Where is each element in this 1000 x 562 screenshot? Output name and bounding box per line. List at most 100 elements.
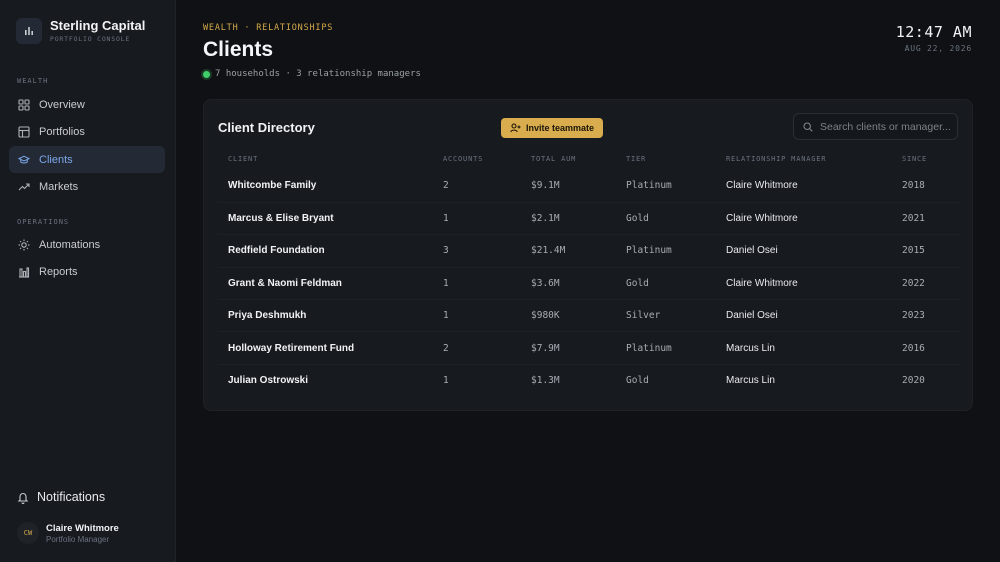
total-aum-cell: $21.4M — [521, 234, 616, 268]
status-dot-icon — [203, 70, 210, 78]
sidebar-item-overview[interactable]: Overview — [9, 91, 165, 118]
total-aum-cell: $3.6M — [521, 266, 616, 300]
sidebar-item-clients[interactable]: Clients — [9, 146, 165, 173]
table-row[interactable]: Redfield Foundation 3 $21.4M Platinum Daniel… — [218, 234, 960, 268]
user-plus-icon — [510, 123, 521, 133]
since-year-cell: 2018 — [902, 180, 925, 192]
since-year-cell: 2021 — [892, 201, 960, 235]
notifications-label: Notifications — [37, 490, 106, 504]
column-header-tier[interactable]: TIER — [616, 148, 716, 170]
relationship-manager-cell: Claire Whitmore — [726, 180, 798, 192]
since-year-cell: 2015 — [892, 234, 960, 268]
summary-line: 7 households · 3 relationship managers — [203, 69, 421, 79]
invite-label: Invite teammate — [526, 123, 595, 133]
accounts-count-cell: 3 — [433, 234, 521, 268]
relationship-manager-cell: Daniel Osei — [716, 234, 892, 268]
client-name-cell: Priya Deshmukh — [218, 299, 433, 332]
table-header-row: CLIENT ACCOUNTS TOTAL AUM TIER RELATIONS… — [218, 148, 960, 170]
client-table: CLIENT ACCOUNTS TOTAL AUM TIER RELATIONS… — [218, 148, 960, 397]
since-year-cell: 2020 — [892, 363, 960, 397]
sidebar-item-reports[interactable]: Reports — [9, 258, 165, 285]
user-role: Portfolio Manager — [46, 534, 110, 544]
relationship-manager-cell: Marcus Lin — [716, 331, 892, 365]
sun-icon — [18, 239, 30, 251]
relationship-manager-cell: Daniel Osei — [716, 299, 892, 332]
clock-date: AUG 22, 2026 — [904, 44, 972, 53]
summary-text: 7 households · 3 relationship managers — [215, 69, 421, 79]
total-aum-cell: $2.1M — [521, 201, 616, 235]
trending-up-icon — [18, 181, 30, 193]
since-year-cell: 2016 — [892, 331, 960, 365]
search-icon — [803, 121, 813, 132]
relationship-manager-cell: Claire Whitmore — [716, 201, 892, 235]
accounts-count-cell: 1 — [433, 299, 521, 332]
card-title: Client Directory — [218, 120, 315, 135]
total-aum-cell: $9.1M — [531, 180, 560, 192]
total-aum-cell: $7.9M — [521, 331, 616, 365]
tier-cell: Platinum — [626, 180, 672, 192]
accounts-count-cell: 1 — [433, 266, 521, 300]
table-row[interactable]: Priya Deshmukh 1 $980K Silver Daniel Osei 202… — [218, 299, 960, 332]
tier-cell: Platinum — [616, 331, 716, 365]
sidebar-item-portfolios[interactable]: Portfolios — [9, 118, 165, 145]
tier-cell: Gold — [616, 266, 716, 300]
column-header-client[interactable]: CLIENT — [218, 148, 433, 170]
client-name-cell: Grant & Naomi Feldman — [218, 266, 433, 300]
search-box[interactable] — [793, 113, 958, 140]
clock: 12:47 AM AUG 22, 2026 — [896, 23, 972, 53]
page-title: Clients — [203, 38, 274, 61]
bell-icon — [17, 491, 29, 504]
table-row[interactable]: Marcus & Elise Bryant 1 $2.1M Gold Claire Wh… — [218, 201, 960, 235]
user-profile[interactable]: CW Claire Whitmore Portfolio Manager — [17, 522, 119, 544]
column-header-accounts[interactable]: ACCOUNTS — [433, 148, 521, 170]
accounts-count-cell: 1 — [433, 201, 521, 235]
graduation-cap-icon — [18, 154, 30, 166]
table-row[interactable]: Whitcombe Family 2 $9.1M Platinum Claire Whi… — [218, 170, 960, 202]
invite-teammate-button[interactable]: Invite teammate — [501, 118, 604, 138]
sidebar-item-label: Automations — [39, 238, 101, 251]
notifications-button[interactable]: Notifications — [17, 490, 105, 504]
total-aum-cell: $1.3M — [521, 363, 616, 397]
sidebar-item-markets[interactable]: Markets — [9, 173, 165, 200]
client-table-body: Whitcombe Family 2 $9.1M Platinum Claire Whi… — [218, 170, 960, 397]
tier-cell: Silver — [616, 299, 716, 332]
client-name-cell: Julian Ostrowski — [218, 363, 433, 397]
since-year-cell: 2023 — [892, 299, 960, 332]
relationship-manager-cell: Marcus Lin — [716, 363, 892, 397]
client-directory-card: Client Directory Invite teammate CLIENT … — [203, 99, 973, 411]
breadcrumb: WEALTH · RELATIONSHIPS — [203, 23, 334, 33]
table-row[interactable]: Julian Ostrowski 1 $1.3M Gold Marcus Lin 2020 — [218, 363, 960, 397]
sidebar-item-label: Markets — [39, 180, 79, 193]
bar-chart-icon — [18, 266, 30, 278]
tier-cell: Platinum — [616, 234, 716, 268]
table-icon — [18, 125, 30, 138]
sidebar-item-label: Overview — [39, 98, 85, 111]
client-name-cell: Holloway Retirement Fund — [218, 331, 433, 365]
table-row[interactable]: Grant & Naomi Feldman 1 $3.6M Gold Claire Wh… — [218, 266, 960, 300]
tier-cell: Gold — [616, 363, 716, 397]
sidebar-item-label: Reports — [39, 265, 78, 278]
brand[interactable]: Sterling Capital PORTFOLIO CONSOLE — [16, 18, 145, 44]
accounts-count-cell: 2 — [443, 180, 449, 192]
client-name-cell: Redfield Foundation — [218, 234, 433, 268]
accounts-count-cell: 2 — [433, 331, 521, 365]
accounts-count-cell: 1 — [433, 363, 521, 397]
sidebar-item-automations[interactable]: Automations — [9, 231, 165, 258]
brand-subtitle: PORTFOLIO CONSOLE — [50, 35, 131, 43]
total-aum-cell: $980K — [521, 299, 616, 332]
relationship-manager-cell: Claire Whitmore — [716, 266, 892, 300]
user-name: Claire Whitmore — [46, 522, 119, 534]
table-row[interactable]: Holloway Retirement Fund 2 $7.9M Platinum Ma… — [218, 331, 960, 365]
client-name-cell: Marcus & Elise Bryant — [218, 201, 433, 235]
sidebar-item-label: Portfolios — [39, 125, 85, 138]
section-label-wealth: WEALTH — [17, 77, 49, 85]
section-label-operations: OPERATIONS — [17, 218, 70, 226]
sidebar: Sterling Capital PORTFOLIO CONSOLE WEALT… — [0, 0, 176, 562]
avatar: CW — [17, 522, 39, 544]
sidebar-item-label: Clients — [39, 153, 73, 166]
column-header-since[interactable]: SINCE — [892, 148, 960, 170]
search-input[interactable] — [820, 120, 955, 133]
column-header-total-aum[interactable]: TOTAL AUM — [521, 148, 616, 170]
clock-time: 12:47 AM — [895, 23, 972, 41]
column-header-manager[interactable]: RELATIONSHIP MANAGER — [716, 148, 892, 170]
